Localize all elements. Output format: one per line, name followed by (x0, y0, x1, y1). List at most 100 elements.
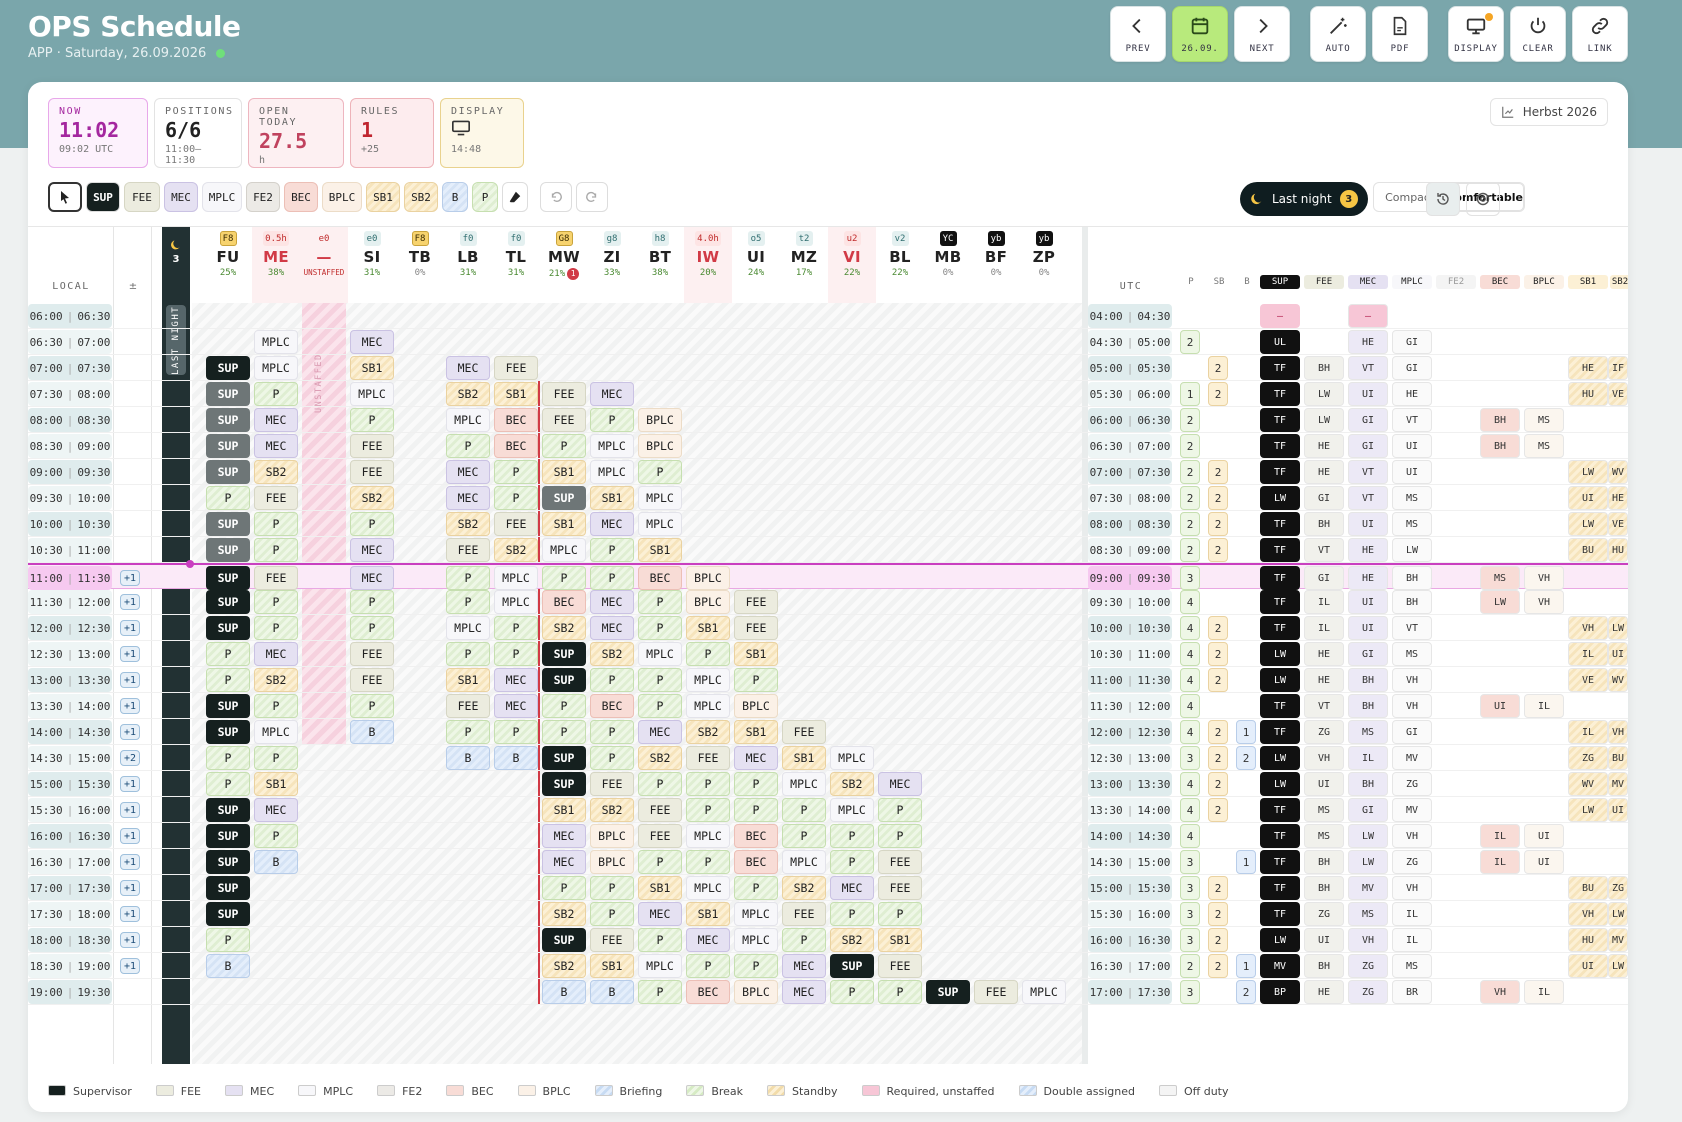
assignment-p[interactable]: P (878, 980, 922, 1004)
staff-header-iw[interactable]: 4.0h IW 20% (684, 227, 732, 303)
assignment-p[interactable]: P (542, 876, 586, 900)
assignment-mplc[interactable]: MPLC (734, 902, 778, 926)
assignment-p[interactable]: P (254, 512, 298, 536)
assignment-sup[interactable]: SUP (542, 772, 586, 796)
assignment-p[interactable]: P (350, 694, 394, 718)
assignment-mplc[interactable]: MPLC (686, 876, 730, 900)
assignment-sup[interactable]: SUP (542, 928, 586, 952)
assignment-p[interactable]: P (638, 668, 682, 692)
assignment-p[interactable]: P (686, 798, 730, 822)
assignment-bplc[interactable]: BPLC (590, 824, 634, 848)
assignment-p[interactable]: P (254, 616, 298, 640)
assignment-p[interactable]: P (782, 798, 826, 822)
assignment-p[interactable]: P (590, 876, 634, 900)
staff-header-zi[interactable]: g8 ZI 33% (588, 227, 636, 303)
assignment-p[interactable]: P (350, 616, 394, 640)
tool-p[interactable]: P (472, 182, 498, 212)
assignment-sb2[interactable]: SB2 (686, 720, 730, 744)
assignment-p[interactable]: P (734, 668, 778, 692)
assignment-p[interactable]: P (590, 746, 634, 770)
tool-sb1[interactable]: SB1 (366, 182, 400, 212)
assignment-sb2[interactable]: SB2 (830, 928, 874, 952)
overstaff-badge[interactable]: +1 (120, 698, 140, 714)
staff-header-unstaffed[interactable]: e0 — UNSTAFFED (300, 227, 348, 303)
assignment-fee[interactable]: FEE (494, 356, 538, 380)
eraser-tool[interactable] (502, 182, 528, 212)
assignment-p[interactable]: P (734, 954, 778, 978)
assignment-fee[interactable]: FEE (638, 824, 682, 848)
overstaff-badge[interactable]: +1 (120, 594, 140, 610)
assignment-sb1[interactable]: SB1 (686, 616, 730, 640)
staff-header-vi[interactable]: u2 VI 22% (828, 227, 876, 303)
assignment-sup[interactable]: SUP (206, 720, 250, 744)
assignment-mplc[interactable]: MPLC (590, 460, 634, 484)
overstaff-badge[interactable]: +1 (120, 932, 140, 948)
assignment-p[interactable]: P (590, 720, 634, 744)
overstaff-badge[interactable]: +1 (120, 724, 140, 740)
staff-header-mb[interactable]: YC MB 0% (924, 227, 972, 303)
assignment-p[interactable]: P (494, 720, 538, 744)
assignment-mplc[interactable]: MPLC (638, 642, 682, 666)
assignment-b[interactable]: B (542, 980, 586, 1004)
assignment-mec[interactable]: MEC (446, 486, 490, 510)
tool-bec[interactable]: BEC (284, 182, 318, 212)
tool-b[interactable]: B (442, 182, 468, 212)
assignment-sb1[interactable]: SB1 (782, 746, 826, 770)
assignment-bplc[interactable]: BPLC (734, 980, 778, 1004)
assignment-b[interactable]: B (350, 720, 394, 744)
assignment-p[interactable]: P (638, 590, 682, 614)
assignment-p[interactable]: P (446, 642, 490, 666)
assignment-fee[interactable]: FEE (590, 928, 634, 952)
assignment-sb2[interactable]: SB2 (254, 460, 298, 484)
prev-button[interactable]: PREV (1110, 6, 1166, 62)
staff-header-fu[interactable]: F8 FU 25% (204, 227, 252, 303)
assignment-p[interactable]: P (590, 408, 634, 432)
overstaff-badge[interactable]: +1 (120, 802, 140, 818)
assignment-bec[interactable]: BEC (542, 590, 586, 614)
assignment-fee[interactable]: FEE (494, 512, 538, 536)
assignment-mplc[interactable]: MPLC (638, 486, 682, 510)
assignment-sup[interactable]: SUP (542, 668, 586, 692)
assignment-p[interactable]: P (542, 434, 586, 458)
assignment-p[interactable]: P (206, 642, 250, 666)
assignment-bec[interactable]: BEC (686, 980, 730, 1004)
assignment-mec[interactable]: MEC (878, 772, 922, 796)
assignment-sb1[interactable]: SB1 (542, 512, 586, 536)
assignment-mplc[interactable]: MPLC (782, 772, 826, 796)
assignment-p[interactable]: P (494, 616, 538, 640)
next-button[interactable]: NEXT (1234, 6, 1290, 62)
link-button[interactable]: LINK (1572, 6, 1628, 62)
overstaff-badge[interactable]: +1 (120, 828, 140, 844)
staff-header-mw[interactable]: G8 MW 21% 1 (540, 227, 588, 303)
settings-button[interactable] (1466, 182, 1500, 216)
assignment-b[interactable]: B (590, 980, 634, 1004)
overstaff-badge[interactable]: +1 (120, 570, 140, 586)
overstaff-badge[interactable]: +1 (120, 880, 140, 896)
assignment-mplc[interactable]: MPLC (638, 954, 682, 978)
assignment-sb2[interactable]: SB2 (350, 486, 394, 510)
assignment-p[interactable]: P (206, 486, 250, 510)
assignment-fee[interactable]: FEE (254, 566, 298, 590)
overstaff-badge[interactable]: +1 (120, 958, 140, 974)
assignment-p[interactable]: P (494, 642, 538, 666)
assignment-sb1[interactable]: SB1 (590, 954, 634, 978)
staff-header-mz[interactable]: t2 MZ 17% (780, 227, 828, 303)
assignment-sup[interactable]: SUP (206, 460, 250, 484)
assignment-fee[interactable]: FEE (254, 486, 298, 510)
assignment-fee[interactable]: FEE (446, 694, 490, 718)
pointer-tool[interactable] (48, 182, 82, 212)
assignment-sup[interactable]: SUP (206, 694, 250, 718)
assignment-sb1[interactable]: SB1 (686, 902, 730, 926)
staff-header-zp[interactable]: yb ZP 0% (1020, 227, 1068, 303)
assignment-mplc[interactable]: MPLC (734, 928, 778, 952)
staff-header-bl[interactable]: v2 BL 22% (876, 227, 924, 303)
assignment-bec[interactable]: BEC (734, 824, 778, 848)
assignment-fee[interactable]: FEE (350, 642, 394, 666)
assignment-b[interactable]: B (206, 954, 250, 978)
assignment-p[interactable]: P (446, 566, 490, 590)
assignment-sb1[interactable]: SB1 (878, 928, 922, 952)
assignment-p[interactable]: P (206, 668, 250, 692)
assignment-p[interactable]: P (350, 408, 394, 432)
assignment-mplc[interactable]: MPLC (686, 668, 730, 692)
assignment-sb2[interactable]: SB2 (254, 668, 298, 692)
